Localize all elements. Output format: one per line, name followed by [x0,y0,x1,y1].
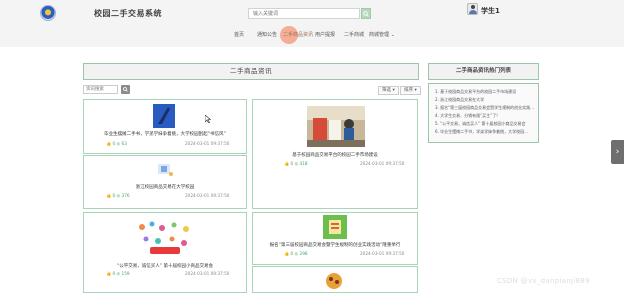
chevron-down-icon: ⌄ [390,32,395,38]
hot-list-item[interactable]: 5. “公平交易，诚信买人” 第十届校园小商品交易会 [435,121,537,127]
news-thumbnail [154,161,176,179]
like-count: 0 [112,193,116,198]
news-search-button[interactable] [121,85,130,94]
like-count: 0 [112,141,116,146]
news-panel-title: 二手商品资讯 [83,63,419,80]
news-card-stats: 👍 0 ◎ 159 [106,271,130,276]
hot-news-list: 1. 基于校园商品交易平台的校园二手市场建设 2. 浙江校园商品交易在大学 3.… [428,83,539,143]
news-card[interactable]: 毕业生摆摊二手书，学弟学妹争着挑，大学校园刮起“书信风” 👍 0 ◎ 63 20… [83,99,247,154]
news-card-title[interactable]: 报名“第三届校园商品交易会暨学生规制的创业实践活动”隆重举行 [253,242,417,248]
news-card-title[interactable]: “公平交易，诚信买人” 第十届校园小商品交易会 [84,263,246,269]
site-header: 校园二手交易系统 学生1 首页 通知公告 二手商品资讯 用户提报 二手商城 商城… [0,0,624,47]
news-card-stats: 👍 0 ◎ 298 [284,251,308,256]
chevron-right-icon[interactable]: › [611,140,624,164]
hot-list-title: 二手商品资讯热门列表 [428,63,539,80]
news-card-stats: 👍 0 ◎ 376 [106,193,130,198]
news-card-stats: 👍 0 ◎ 418 [284,161,308,166]
view-count: 418 [299,161,308,166]
nav-mall-admin[interactable]: 商城管理 ⌄ [369,29,395,41]
user-avatar[interactable] [467,3,478,15]
chevron-down-icon: ▾ [392,88,395,93]
nav-market[interactable]: 二手商城 [344,29,364,41]
nav-user-report[interactable]: 用户提报 [315,29,335,41]
news-card[interactable]: 报名“第三届校园商品交易会暨学生规制的创业实践活动”隆重举行 👍 0 ◎ 298… [252,212,418,265]
user-name[interactable]: 学生1 [481,6,500,16]
like-count: 0 [112,271,116,276]
nav-home[interactable]: 首页 [234,29,244,41]
news-card-date: 2024-03-01 09:37:50 [185,193,230,198]
news-card-date: 2024-03-01 09:37:50 [360,161,405,166]
news-card-date: 2024-03-01 09:37:50 [185,271,230,276]
hot-list-item[interactable]: 1. 基于校园商品交易平台的校园二手市场建设 [435,89,537,95]
news-card-title[interactable]: 浙江校园商品交易在大学校园 [84,184,246,190]
view-count: 376 [121,193,130,198]
main-nav: 首页 通知公告 二手商品资讯 用户提报 二手商城 商城管理 ⌄ [0,29,624,41]
search-button[interactable] [361,8,371,19]
news-search-input[interactable] [83,85,118,94]
like-count: 0 [290,161,294,166]
hot-list-item[interactable]: 6. 毕业生摆摊二手书，学弟学妹争着挑，大学校园... [435,129,537,135]
news-card-title[interactable]: 毕业生摆摊二手书，学弟学妹争着挑，大学校园刮起“书信风” [84,131,246,137]
search-icon [363,10,369,17]
nav-mall-admin-label: 商城管理 [369,32,390,38]
news-card[interactable]: 基于校园商品交易平台的校园二手市场建设 👍 0 ◎ 418 2024-03-01… [252,99,418,209]
news-thumbnail [132,219,198,257]
nav-notices[interactable]: 通知公告 [257,29,277,41]
hot-list-item[interactable]: 2. 浙江校园商品交易在大学 [435,97,537,103]
mouse-cursor [204,108,212,124]
news-card-date: 2024-03-01 09:37:50 [360,251,405,256]
news-card[interactable]: “公平交易，诚信买人” 第十届校园小商品交易会 👍 0 ◎ 159 2024-0… [83,212,247,293]
view-count: 159 [121,271,130,276]
sort-button[interactable]: 排序 ▾ [400,86,421,95]
news-thumbnail [153,104,175,128]
nav-news[interactable]: 二手商品资讯 [283,29,313,41]
news-thumbnail [323,270,345,292]
filter-label: 筛选 [382,88,391,93]
news-thumbnail [323,215,347,239]
news-card-stats: 👍 0 ◎ 63 [106,141,127,146]
watermark: CSDN @vx_danpianji889 [497,277,590,285]
news-card[interactable] [252,266,418,293]
news-card-title[interactable]: 基于校园商品交易平台的校园二手市场建设 [253,152,417,158]
search-icon [123,87,128,92]
site-title[interactable]: 校园二手交易系统 [94,8,162,19]
search-input[interactable] [248,8,360,19]
news-card-date: 2024-03-01 09:37:50 [185,141,230,146]
site-logo[interactable] [40,5,56,21]
hot-list-item[interactable]: 3. 报名“第三届校园商品交易会暨学生规制的创业实践... [435,105,537,111]
news-card[interactable]: 浙江校园商品交易在大学校园 👍 0 ◎ 376 2024-03-01 09:37… [83,155,247,209]
view-count: 63 [121,141,127,146]
chevron-down-icon: ▾ [414,88,417,93]
sort-label: 排序 [404,88,413,93]
hot-list-item[interactable]: 4. 大学生交易、分销有限“买主”了! [435,113,537,119]
like-count: 0 [290,251,294,256]
filter-button[interactable]: 筛选 ▾ [378,86,399,95]
news-thumbnail [307,106,365,147]
view-count: 298 [299,251,308,256]
